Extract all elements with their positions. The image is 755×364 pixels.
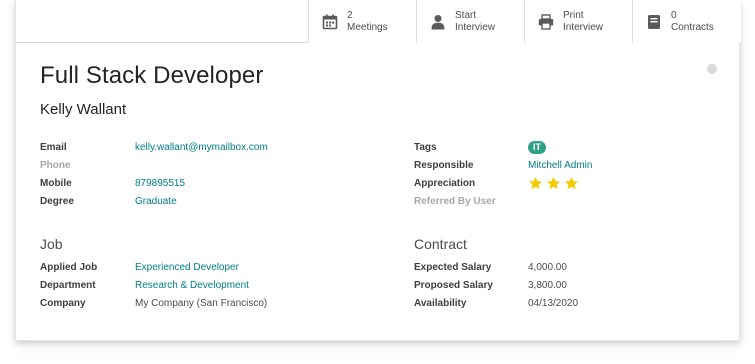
degree-label: Degree (40, 195, 74, 207)
applicant-name[interactable]: Kelly Wallant (40, 101, 126, 118)
email-label: Email (40, 141, 67, 153)
start-interview-button[interactable]: Start Interview (416, 0, 524, 43)
start-interview-line1: Start (455, 9, 477, 21)
expected-salary-label: Expected Salary (414, 261, 492, 273)
phone-row: Phone (40, 156, 268, 174)
responsible-field[interactable]: Mitchell Admin (528, 160, 592, 171)
book-icon (645, 13, 663, 31)
user-icon (429, 13, 447, 31)
degree-field[interactable]: Graduate (135, 196, 177, 207)
company-field[interactable]: My Company (San Francisco) (135, 298, 267, 309)
applied-job-field[interactable]: Experienced Developer (135, 262, 239, 273)
department-label: Department (40, 279, 96, 291)
appreciation-row: Appreciation (414, 174, 592, 192)
department-row: Department Research & Development (40, 276, 267, 294)
start-interview-line2: Interview (455, 21, 496, 33)
responsible-row: Responsible Mitchell Admin (414, 156, 592, 174)
proposed-salary-row: Proposed Salary 3,800.00 (414, 276, 578, 294)
appreciation-label: Appreciation (414, 177, 476, 189)
star-icon[interactable] (528, 176, 543, 191)
printer-icon (537, 13, 555, 31)
smart-button-box: 2 Meetings Start Interview Print Intervi… (308, 0, 741, 43)
applied-job-row: Applied Job Experienced Developer (40, 258, 267, 276)
email-field[interactable]: kelly.wallant@mymailbox.com (135, 142, 268, 153)
star-icon[interactable] (564, 176, 579, 191)
tag-badge[interactable]: IT (528, 140, 546, 154)
meetings-count: 2 (347, 9, 353, 21)
meetings-label: Meetings (347, 21, 388, 33)
form-sheet: 2 Meetings Start Interview Print Intervi… (15, 0, 741, 341)
degree-row: Degree Graduate (40, 192, 268, 210)
contact-fields: Email kelly.wallant@mymailbox.com Phone … (40, 138, 268, 210)
star-icon[interactable] (546, 176, 561, 191)
print-interview-button[interactable]: Print Interview (524, 0, 632, 43)
expected-salary-row: Expected Salary 4,000.00 (414, 258, 578, 276)
company-label: Company (40, 297, 86, 309)
tags-row: Tags IT (414, 138, 592, 156)
availability-row: Availability 04/13/2020 (414, 294, 578, 312)
phone-label: Phone (40, 159, 71, 171)
mobile-label: Mobile (40, 177, 72, 189)
tags-label: Tags (414, 141, 437, 153)
expected-salary-field[interactable]: 4,000.00 (528, 262, 567, 273)
appreciation-stars[interactable] (528, 176, 579, 191)
referred-by-label: Referred By User (414, 195, 496, 207)
job-fields: Applied Job Experienced Developer Depart… (40, 258, 267, 312)
print-interview-line1: Print (563, 9, 584, 21)
calendar-icon (321, 13, 339, 31)
mobile-field[interactable]: 879895515 (135, 178, 185, 189)
responsible-label: Responsible (414, 159, 474, 171)
contracts-button[interactable]: 0 Contracts (632, 0, 741, 43)
contracts-count: 0 (671, 9, 677, 21)
email-row: Email kelly.wallant@mymailbox.com (40, 138, 268, 156)
availability-field[interactable]: 04/13/2020 (528, 298, 578, 309)
print-interview-line2: Interview (563, 21, 604, 33)
proposed-salary-field[interactable]: 3,800.00 (528, 280, 567, 291)
referred-row: Referred By User (414, 192, 592, 210)
mobile-row: Mobile 879895515 (40, 174, 268, 192)
contract-section-title: Contract (414, 236, 467, 252)
meetings-button[interactable]: 2 Meetings (308, 0, 416, 43)
proposed-salary-label: Proposed Salary (414, 279, 493, 291)
department-field[interactable]: Research & Development (135, 280, 249, 291)
applied-job-label: Applied Job (40, 261, 98, 273)
status-indicator-dot[interactable] (707, 64, 717, 74)
company-row: Company My Company (San Francisco) (40, 294, 267, 312)
info-fields: Tags IT Responsible Mitchell Admin Appre… (414, 138, 592, 210)
job-section-title: Job (40, 236, 63, 252)
contracts-label: Contracts (671, 21, 714, 33)
availability-label: Availability (414, 297, 467, 309)
contract-fields: Expected Salary 4,000.00 Proposed Salary… (414, 258, 578, 312)
button-box-divider (16, 42, 308, 43)
page-title[interactable]: Full Stack Developer (40, 62, 263, 90)
